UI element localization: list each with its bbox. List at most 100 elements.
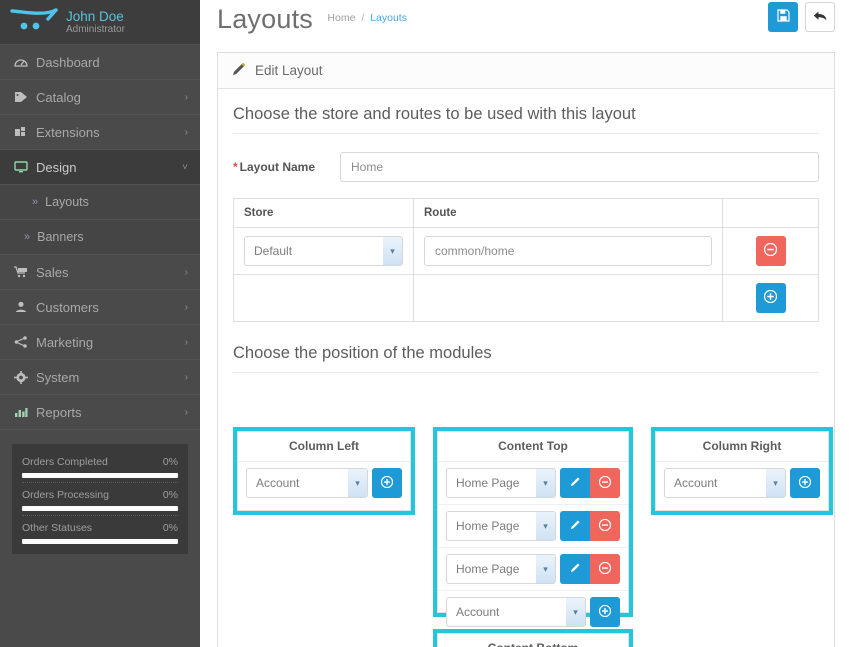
module-row: Account ▾ <box>656 462 828 504</box>
module-select-wrap: Account ▾ <box>246 468 368 498</box>
add-module-button[interactable] <box>790 468 820 498</box>
caret-icon: › <box>184 336 188 348</box>
add-route-button[interactable] <box>755 283 786 313</box>
sidebar-profile[interactable]: John Doe Administrator <box>0 0 200 45</box>
bar-chart-icon <box>14 406 36 418</box>
double-chevron-icon: » <box>24 231 31 243</box>
dashboard-icon <box>14 56 36 68</box>
remove-module-button[interactable] <box>590 468 620 498</box>
sidebar-item-banners[interactable]: » Banners <box>0 220 200 255</box>
remove-module-button[interactable] <box>590 554 620 584</box>
column-header-store: Store <box>233 198 414 228</box>
module-select[interactable]: Home Page <box>446 511 556 541</box>
gear-icon <box>14 370 36 384</box>
pencil-icon <box>232 62 246 79</box>
minus-circle-icon <box>598 561 612 577</box>
add-module-button[interactable] <box>372 468 402 498</box>
store-select[interactable]: Default <box>244 236 403 266</box>
sidebar-item-extensions[interactable]: Extensions › <box>0 115 200 150</box>
layout-name-row: * Layout Name <box>233 152 819 182</box>
module-box-content-top: Content Top Home Page ▾ Home Page ▾ Home… <box>433 427 633 627</box>
layout-name-input[interactable] <box>340 152 819 182</box>
breadcrumb-layouts[interactable]: Layouts <box>370 12 407 24</box>
layout-name-label-text: Layout Name <box>239 160 316 174</box>
edit-layout-panel: Edit Layout Choose the store and routes … <box>217 52 835 647</box>
remove-module-button[interactable] <box>590 511 620 541</box>
progress-track <box>22 506 178 511</box>
module-select[interactable]: Account <box>664 468 786 498</box>
module-row-add: Account ▾ <box>438 591 628 633</box>
module-select[interactable]: Home Page <box>446 554 556 584</box>
progress-track <box>22 473 178 478</box>
page-header: Layouts Home / Layouts <box>200 0 850 45</box>
stat-value: 0% <box>162 456 178 468</box>
module-select[interactable]: Home Page <box>446 468 556 498</box>
sidebar-item-dashboard[interactable]: Dashboard <box>0 45 200 80</box>
panel-title: Edit Layout <box>255 63 323 78</box>
required-mark: * <box>233 160 238 174</box>
sidebar-item-sales[interactable]: Sales › <box>0 255 200 290</box>
minus-circle-icon <box>763 242 778 259</box>
module-box-content-bottom: Content Bottom Account ▾ <box>433 629 633 647</box>
caret-icon: › <box>184 266 188 278</box>
sidebar-item-label: Catalog <box>36 89 81 105</box>
module-select[interactable]: Account <box>246 468 368 498</box>
table-row: Default ▾ <box>233 227 819 275</box>
sidebar-item-layouts[interactable]: » Layouts <box>0 185 200 220</box>
sidebar-item-label: Sales <box>36 264 69 280</box>
route-input[interactable] <box>424 236 712 266</box>
sidebar-item-reports[interactable]: Reports › <box>0 395 200 430</box>
remove-route-button[interactable] <box>755 236 786 266</box>
module-select-wrap: Home Page ▾ <box>446 511 556 541</box>
sidebar-item-marketing[interactable]: Marketing › <box>0 325 200 360</box>
double-chevron-icon: » <box>32 196 39 208</box>
store-cell: Default ▾ <box>233 227 414 275</box>
user-icon <box>14 301 36 313</box>
sidebar-item-customers[interactable]: Customers › <box>0 290 200 325</box>
pencil-icon <box>570 562 581 576</box>
sidebar-item-label: Dashboard <box>36 54 100 70</box>
tag-icon <box>14 91 36 103</box>
modules-legend: Choose the position of the modules <box>233 344 819 373</box>
stat-label: Orders Processing <box>22 489 109 501</box>
module-row: Home Page ▾ <box>438 462 628 505</box>
chevron-down-icon: ˅ <box>182 161 188 173</box>
save-button[interactable] <box>768 2 798 32</box>
stat-row: Other Statuses 0% <box>22 515 178 544</box>
back-arrow-icon <box>813 10 827 25</box>
plus-circle-icon <box>380 475 394 491</box>
sidebar-item-design[interactable]: Design ˅ <box>0 150 200 185</box>
table-header-row: Store Route <box>233 198 819 228</box>
caret-icon: › <box>184 301 188 313</box>
profile-name: John Doe <box>66 8 124 24</box>
pencil-icon <box>570 519 581 533</box>
module-select-wrap: Home Page ▾ <box>446 554 556 584</box>
sidebar-item-system[interactable]: System › <box>0 360 200 395</box>
stat-value: 0% <box>162 489 178 501</box>
back-button[interactable] <box>805 2 835 32</box>
edit-module-button[interactable] <box>560 511 590 541</box>
breadcrumb: Home / Layouts <box>327 12 407 27</box>
row-actions-cell <box>722 227 819 275</box>
sidebar-subitem-label: Layouts <box>45 195 89 209</box>
column-header-actions <box>722 198 819 228</box>
breadcrumb-separator: / <box>361 12 365 24</box>
minus-circle-icon <box>598 475 612 491</box>
module-row: Home Page ▾ <box>438 548 628 591</box>
breadcrumb-home[interactable]: Home <box>327 12 355 24</box>
route-cell <box>413 227 723 275</box>
edit-module-button[interactable] <box>560 554 590 584</box>
sidebar-item-catalog[interactable]: Catalog › <box>0 80 200 115</box>
panel-body: Choose the store and routes to be used w… <box>218 89 834 647</box>
routes-table: Store Route Default ▾ common/home <box>233 198 819 322</box>
plus-circle-icon <box>598 604 612 620</box>
edit-module-button[interactable] <box>560 468 590 498</box>
share-icon <box>14 336 36 348</box>
layout-name-label: * Layout Name <box>233 160 340 174</box>
module-select[interactable]: Account <box>446 597 586 627</box>
sidebar-item-label: Reports <box>36 404 82 420</box>
page-title: Layouts <box>217 4 313 34</box>
sidebar-item-label: Extensions <box>36 124 100 140</box>
add-actions-cell <box>722 274 819 322</box>
add-module-button[interactable] <box>590 597 620 627</box>
